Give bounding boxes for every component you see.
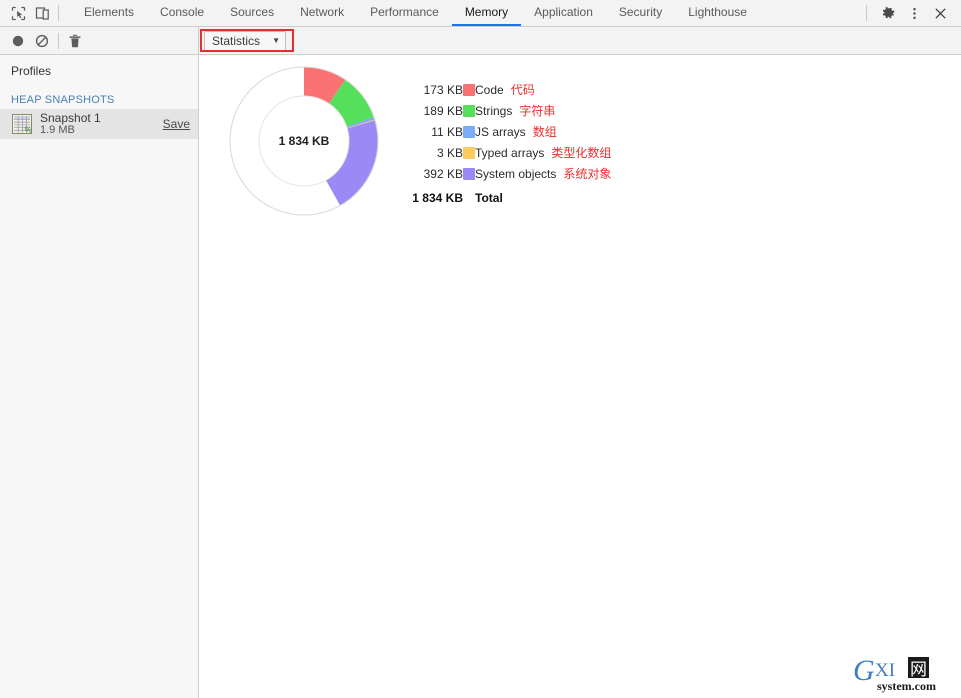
svg-text:G: G (853, 654, 875, 687)
memory-donut-chart (229, 66, 379, 216)
legend-color-swatch (463, 147, 475, 160)
legend-total-value: 1 834 KB (412, 190, 463, 205)
tab-elements[interactable]: Elements (71, 0, 147, 26)
sidebar-item-snapshot-1[interactable]: % Snapshot 1 1.9 MB Save (0, 109, 198, 139)
tabbar-right-divider (866, 5, 867, 21)
legend-table: 173 KB Code 代码 189 KB Strings 字符串 11 KB JS arra… (409, 79, 611, 208)
profiles-sidebar: Profiles HEAP SNAPSHOTS % Snapshot 1 1.9… (0, 55, 199, 698)
svg-text:system.com: system.com (877, 679, 936, 693)
tabbar-divider (58, 5, 59, 21)
tab-network[interactable]: Network (287, 0, 357, 26)
toolbar-divider (58, 32, 59, 49)
legend-value: 392 KB (423, 166, 463, 181)
site-watermark: G XI 网 system.com (853, 654, 936, 693)
legend-total-swatch-cell (463, 184, 475, 208)
snapshot-save-link[interactable]: Save (163, 117, 190, 131)
legend-label-translation: 系统对象 (563, 167, 612, 181)
view-select-value: Statistics (212, 33, 261, 48)
legend-row: 189 KB Strings 字符串 (409, 100, 611, 121)
no-entry-icon[interactable] (30, 29, 54, 53)
device-toolbar-icon[interactable] (30, 2, 54, 24)
legend-value: 173 KB (423, 82, 463, 97)
inspect-cursor-icon[interactable] (6, 2, 30, 24)
tabbar-left-icons (0, 0, 67, 26)
snapshot-size: 1.9 MB (40, 124, 75, 136)
legend-row: 173 KB Code 代码 (409, 79, 611, 100)
statistics-view: 1 834 KB 173 KB Code 代码 189 KB Strings 字符串 11 … (199, 55, 961, 698)
legend-label: Strings 字符串 (475, 104, 556, 118)
legend-color-swatch (463, 126, 475, 139)
devtools-tab-list: Elements Console Sources Network Perform… (71, 0, 760, 26)
gear-icon[interactable] (875, 2, 901, 24)
trash-icon[interactable] (63, 29, 87, 53)
legend-label: Code 代码 (475, 83, 535, 97)
donut-slice (346, 116, 375, 129)
record-circle-icon[interactable] (6, 29, 30, 53)
legend-total-label: Total (475, 190, 503, 205)
sidebar-title: Profiles (11, 64, 52, 78)
legend-value: 189 KB (423, 103, 463, 118)
legend-row: 11 KB JS arrays 数组 (409, 121, 611, 142)
legend-swatch-cell (463, 163, 475, 184)
memory-toolbar: Statistics ▼ (0, 27, 961, 55)
tabbar-right-icons (862, 0, 961, 26)
memory-toolbar-controls (0, 27, 199, 54)
memory-view-selector-area: Statistics ▼ (199, 27, 961, 54)
legend-label-translation: 类型化数组 (551, 146, 612, 160)
devtools-body: Profiles HEAP SNAPSHOTS % Snapshot 1 1.9… (0, 55, 961, 698)
legend-color-swatch (463, 168, 475, 181)
sidebar-group-heap-snapshots: HEAP SNAPSHOTS (11, 94, 115, 106)
kebab-menu-icon[interactable] (901, 2, 927, 24)
tab-lighthouse[interactable]: Lighthouse (675, 0, 760, 26)
legend-swatch-cell (463, 121, 475, 142)
tab-sources[interactable]: Sources (217, 0, 287, 26)
legend-label-translation: 字符串 (519, 104, 556, 118)
legend-swatch-cell (463, 100, 475, 121)
devtools-tabbar: Elements Console Sources Network Perform… (0, 0, 961, 27)
legend-value: 3 KB (436, 145, 463, 160)
legend-row: 3 KB Typed arrays 类型化数组 (409, 142, 611, 163)
legend-label-translation: 数组 (532, 125, 557, 139)
view-select[interactable]: Statistics ▼ (204, 30, 286, 51)
snapshot-name: Snapshot 1 (40, 111, 101, 125)
tab-application[interactable]: Application (521, 0, 606, 26)
legend-swatch-cell (463, 142, 475, 163)
close-icon[interactable] (927, 2, 953, 24)
tab-memory[interactable]: Memory (451, 0, 522, 26)
statistics-legend: 173 KB Code 代码 189 KB Strings 字符串 11 KB JS arra… (409, 79, 611, 208)
legend-label: System objects 系统对象 (475, 167, 612, 181)
donut-slice (303, 67, 346, 105)
chevron-down-icon: ▼ (272, 35, 280, 45)
legend-label: Typed arrays 类型化数组 (475, 146, 612, 160)
legend-total-row: 1 834 KB Total (409, 184, 611, 208)
legend-color-swatch (463, 84, 475, 97)
legend-swatch-cell (463, 79, 475, 100)
legend-label: JS arrays 数组 (475, 125, 557, 139)
svg-text:XI: XI (875, 660, 895, 681)
legend-color-swatch (463, 105, 475, 118)
devtools-window: Elements Console Sources Network Perform… (0, 0, 961, 698)
legend-value: 11 KB (431, 124, 463, 139)
tab-security[interactable]: Security (606, 0, 675, 26)
svg-text:网: 网 (910, 660, 927, 680)
snapshot-text: Snapshot 1 1.9 MB (40, 112, 157, 136)
tab-performance[interactable]: Performance (357, 0, 452, 26)
legend-label-translation: 代码 (510, 83, 535, 97)
tab-console[interactable]: Console (147, 0, 217, 26)
svg-text:%: % (25, 125, 32, 134)
legend-row: 392 KB System objects 系统对象 (409, 163, 612, 184)
snapshot-grid-icon: % (11, 113, 33, 135)
